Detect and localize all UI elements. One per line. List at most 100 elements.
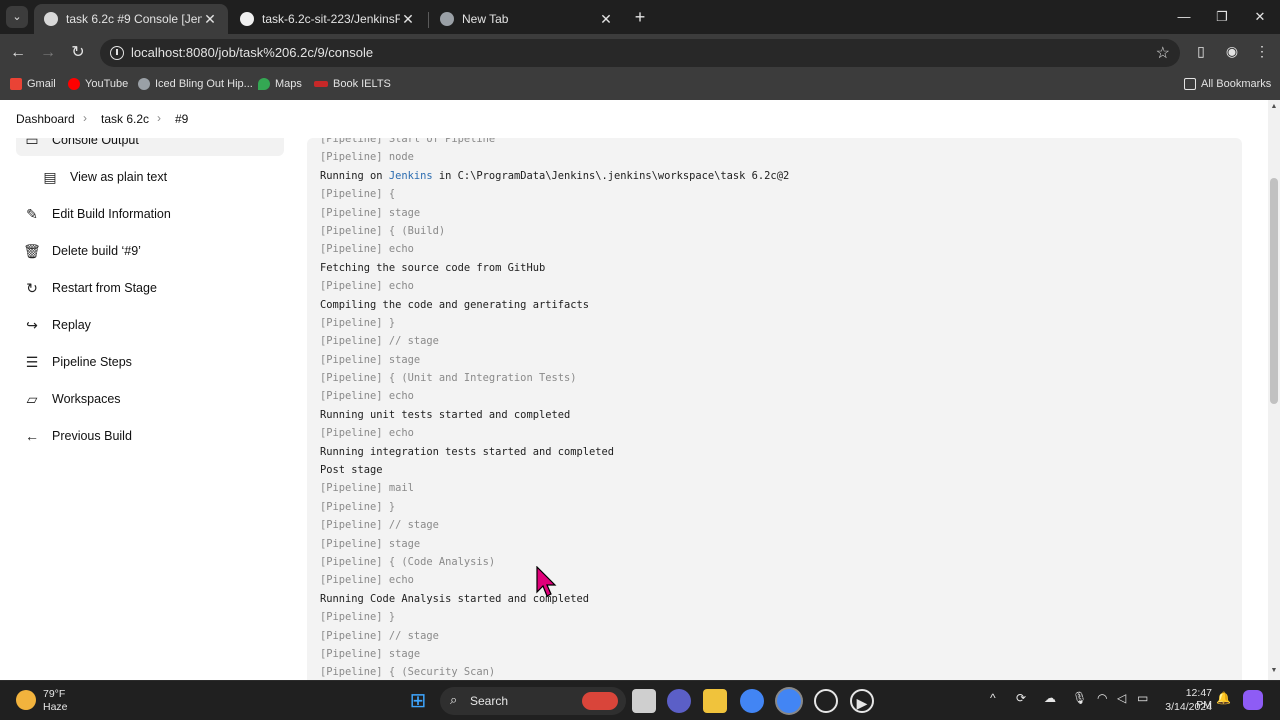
chrome-icon[interactable] <box>740 689 764 713</box>
edit-icon: ✎ <box>26 205 38 222</box>
sidebar-item-workspaces[interactable]: ▱ Workspaces <box>16 383 284 415</box>
tab-new-tab[interactable]: New Tab ✕ <box>430 4 624 34</box>
bookmark-gmail[interactable]: Gmail <box>10 78 56 90</box>
bookmark-book-ielts[interactable]: Book IELTS <box>314 78 391 90</box>
maximize-button[interactable]: ❐ <box>1212 8 1232 26</box>
console-line: Compiling the code and generating artifa… <box>320 298 589 311</box>
all-bookmarks[interactable]: All Bookmarks <box>1184 78 1271 90</box>
scrollbar-thumb[interactable] <box>1270 178 1278 404</box>
address-bar[interactable]: localhost:8080/job/task%206.2c/9/console… <box>100 39 1180 67</box>
close-icon[interactable]: ✕ <box>598 11 614 28</box>
sidebar-item-pipeline-steps[interactable]: ☰ Pipeline Steps <box>16 346 284 378</box>
url-text[interactable]: localhost:8080/job/task%206.2c/9/console <box>131 45 373 60</box>
console-output-panel: [Pipeline] Start of Pipeline [Pipeline] n… <box>307 133 1242 680</box>
site-info-icon[interactable] <box>110 46 124 60</box>
forward-button[interactable]: → <box>38 43 58 63</box>
console-line: [Pipeline] stage <box>320 353 421 366</box>
console-line: Fetching the source code from GitHub <box>320 261 546 274</box>
page-scrollbar[interactable]: ▲ ▼ <box>1268 100 1280 680</box>
chevron-up-icon[interactable]: ^ <box>990 691 996 705</box>
menu-icon[interactable]: ⋮ <box>1252 43 1272 63</box>
sidebar-item-label: View as plain text <box>70 170 168 184</box>
tab-title: task 6.2c #9 Console [Jenkins] <box>66 12 202 26</box>
sidebar-item-label: Edit Build Information <box>52 207 171 221</box>
folder-icon <box>1184 78 1196 90</box>
microphone-icon[interactable]: 🎙 <box>1072 691 1087 705</box>
file-explorer-icon[interactable] <box>703 689 727 713</box>
console-line: [Pipeline] } <box>320 611 396 624</box>
maps-icon <box>258 78 270 90</box>
teams-icon[interactable] <box>667 689 691 713</box>
sidebar-item-edit-build-information[interactable]: ✎ Edit Build Information <box>16 198 284 230</box>
scroll-up-arrow-icon[interactable]: ▲ <box>1270 103 1278 110</box>
weather-temperature[interactable]: 79°F <box>43 688 65 700</box>
task-view-icon[interactable] <box>632 689 656 713</box>
console-line: [Pipeline] echo <box>320 390 414 403</box>
tab-github-jenkinsfile[interactable]: task-6.2c-sit-223/JenkinsFile at ✕ <box>230 4 426 34</box>
copilot-icon[interactable] <box>1243 690 1263 710</box>
all-bookmarks-label: All Bookmarks <box>1201 78 1272 90</box>
reload-button[interactable]: ↻ <box>68 43 88 63</box>
sidebar-item-restart-from-stage[interactable]: ↻ Restart from Stage <box>16 272 284 304</box>
close-icon[interactable]: ✕ <box>202 11 218 28</box>
scroll-down-arrow-icon[interactable]: ▼ <box>1270 667 1278 674</box>
sidebar-item-label: Replay <box>52 318 91 332</box>
back-button[interactable]: ← <box>8 43 28 63</box>
chevron-right-icon: › <box>83 111 87 125</box>
console-line: [Pipeline] } <box>320 316 396 329</box>
volume-icon[interactable]: ◁ <box>1117 691 1126 705</box>
console-line: [Pipeline] echo <box>320 243 414 256</box>
list-icon: ☰ <box>25 353 39 370</box>
breadcrumb-job[interactable]: task 6.2c <box>101 112 149 126</box>
sidebar-item-label: Delete build ‘#9’ <box>52 244 141 258</box>
console-line: [Pipeline] echo <box>320 427 414 440</box>
side-panel-icon[interactable]: ▯ <box>1191 43 1211 63</box>
weather-description[interactable]: Haze <box>43 701 68 713</box>
console-line: [Pipeline] { <box>320 188 396 201</box>
tab-separator <box>428 12 429 28</box>
bookmark-star-icon[interactable]: ☆ <box>1156 43 1170 63</box>
close-icon[interactable]: ✕ <box>400 11 416 28</box>
arrow-left-icon: ← <box>25 428 39 444</box>
obs-icon[interactable] <box>814 689 838 713</box>
sidebar-item-view-plain-text[interactable]: ▤ View as plain text <box>34 161 284 193</box>
sidebar-item-delete-build[interactable]: 🗑 Delete build ‘#9’ <box>16 235 284 267</box>
sync-icon[interactable]: ⟳ <box>1016 691 1026 705</box>
sidebar-item-previous-build[interactable]: ← Previous Build <box>16 420 284 452</box>
jenkins-favicon-icon <box>44 12 58 26</box>
bookmark-maps[interactable]: Maps <box>258 78 302 90</box>
sidebar-item-label: Workspaces <box>52 392 121 406</box>
new-tab-button[interactable]: + <box>630 7 650 27</box>
tab-search-button[interactable]: ⌄ <box>6 6 28 28</box>
chevron-right-icon: › <box>157 111 161 125</box>
console-line: [Pipeline] // stage <box>320 519 439 532</box>
console-line: Post stage <box>320 464 383 477</box>
console-line: [Pipeline] // stage <box>320 335 439 348</box>
battery-icon[interactable]: ▭ <box>1137 691 1148 705</box>
minimize-button[interactable]: — <box>1174 8 1194 26</box>
close-window-button[interactable]: ✕ <box>1250 8 1270 26</box>
notification-bell-icon[interactable]: 🔔 <box>1216 691 1231 705</box>
bookmark-youtube[interactable]: YouTube <box>68 78 128 90</box>
clock-date[interactable]: 3/14/2024 <box>1160 701 1212 713</box>
onedrive-icon[interactable]: ☁ <box>1044 691 1056 705</box>
media-player-icon[interactable]: ▶ <box>850 689 874 713</box>
sidebar-item-replay[interactable]: ↪ Replay <box>16 309 284 341</box>
document-icon: ▤ <box>43 168 57 185</box>
bookmark-iced-bling[interactable]: Iced Bling Out Hip... <box>138 78 253 90</box>
bookmark-label: Iced Bling Out Hip... <box>155 78 253 90</box>
breadcrumb-build[interactable]: #9 <box>175 112 188 126</box>
console-node-link[interactable]: Jenkins <box>389 170 433 182</box>
tab-jenkins-console[interactable]: task 6.2c #9 Console [Jenkins] ✕ <box>34 4 228 34</box>
chrome-active-icon[interactable] <box>777 689 801 713</box>
profile-avatar[interactable]: ◉ <box>1222 43 1242 63</box>
console-line: [Pipeline] { (Unit and Integration Tests… <box>320 372 577 385</box>
weather-haze-icon[interactable] <box>16 690 36 710</box>
wifi-icon[interactable]: ◠ <box>1097 691 1107 705</box>
breadcrumb: Dashboard › task 6.2c › #9 <box>0 100 1268 138</box>
windows-start-icon[interactable]: ⊞ <box>406 689 430 713</box>
breadcrumb-dashboard[interactable]: Dashboard <box>16 112 75 126</box>
bookmark-label: Maps <box>275 78 302 90</box>
taskbar-search[interactable]: ⌕ Search <box>440 687 626 715</box>
console-line: [Pipeline] node <box>320 151 414 164</box>
